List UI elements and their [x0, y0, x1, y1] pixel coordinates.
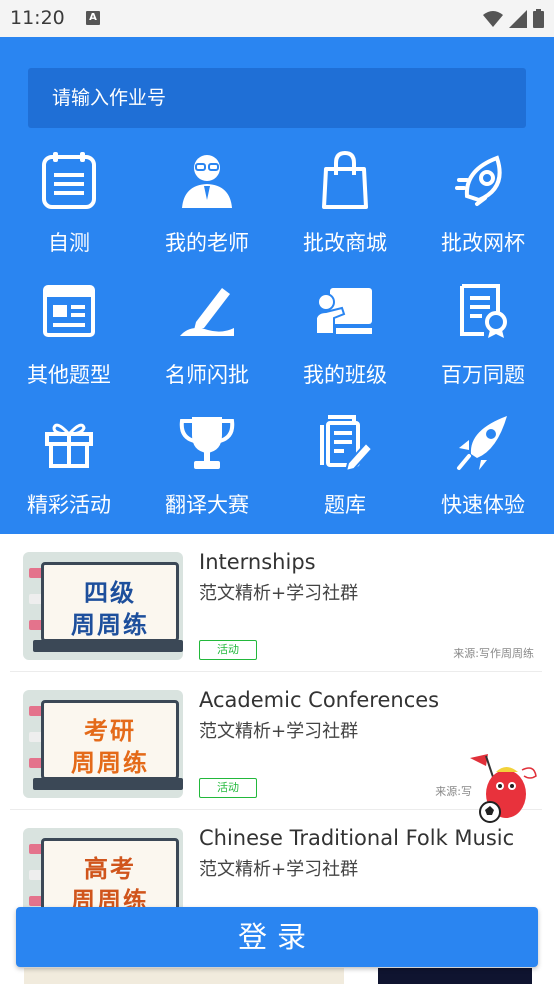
grid-item-grading-cup[interactable]: 批改网杯	[414, 147, 552, 277]
grid-item-label: 批改商城	[303, 231, 387, 255]
grid-item-label: 快速体验	[441, 493, 525, 517]
grid-item-flash-grading[interactable]: 名师闪批	[138, 277, 276, 407]
next-item-thumbnail	[24, 968, 344, 984]
header-panel: 请输入作业号 自测 我的老师 批改商城 批改网杯 其他题型 名师闪批 我的班级 …	[0, 37, 554, 534]
grid-item-label: 百万同题	[441, 363, 525, 387]
thumbnail-line1: 考研	[84, 717, 136, 745]
grid-item-million-same-topic[interactable]: 百万同题	[414, 277, 552, 407]
status-bar: 11:20 A	[0, 0, 554, 37]
thumbnail-line2: 周周练	[71, 749, 149, 777]
documents-icon	[315, 413, 375, 473]
wifi-icon	[483, 10, 503, 27]
classroom-icon	[315, 281, 375, 341]
login-button[interactable]: 登录	[16, 907, 538, 967]
pencil-icon	[177, 281, 237, 341]
trophy-icon	[177, 413, 237, 473]
thumbnail: 考研 周周练	[23, 690, 183, 798]
item-title: Chinese Traditional Folk Music	[199, 826, 515, 850]
mascot-icon[interactable]	[466, 752, 538, 828]
rocket-icon	[453, 413, 513, 473]
grid-item-label: 题库	[324, 493, 366, 517]
grid-item-quick-trial[interactable]: 快速体验	[414, 407, 552, 537]
thumbnail: 四级 周周练	[23, 552, 183, 660]
signal-icon	[509, 9, 527, 28]
item-source: 来源:写作周周练	[453, 647, 534, 660]
grid-item-translation-contest[interactable]: 翻译大赛	[138, 407, 276, 537]
shopping-bag-icon	[315, 150, 375, 210]
activity-badge: 活动	[199, 778, 257, 798]
item-title: Academic Conferences	[199, 688, 440, 712]
thumbnail-line1: 四级	[84, 579, 136, 607]
teacher-icon	[177, 150, 237, 210]
activity-badge: 活动	[199, 640, 257, 660]
gift-icon	[39, 413, 99, 473]
grid-item-my-class[interactable]: 我的班级	[276, 277, 414, 407]
grid-item-grading-mall[interactable]: 批改商城	[276, 147, 414, 277]
thumbnail-screen: 高考 周周练	[41, 838, 179, 918]
grid-item-label: 其他题型	[27, 363, 111, 387]
status-icons	[483, 9, 544, 28]
grid-item-self-test[interactable]: 自测	[0, 147, 138, 277]
grid-item-label: 名师闪批	[165, 363, 249, 387]
grid-item-label: 自测	[48, 231, 90, 255]
grid-item-label: 翻译大赛	[165, 493, 249, 517]
thumbnail-keyboard	[33, 778, 183, 790]
thumbnail-screen: 考研 周周练	[41, 700, 179, 780]
grid-item-my-teacher[interactable]: 我的老师	[138, 147, 276, 277]
certificate-icon	[453, 281, 513, 341]
next-item-thumbnail	[378, 968, 532, 984]
rocket-icon	[453, 150, 513, 210]
list-item[interactable]: 四级 周周练 Internships 范文精析+学习社群 活动 来源:写作周周练	[10, 534, 542, 672]
assignment-search-input[interactable]: 请输入作业号	[28, 68, 526, 128]
list-item[interactable]: 考研 周周练 Academic Conferences 范文精析+学习社群 活动…	[10, 672, 542, 810]
status-time: 11:20	[10, 7, 65, 29]
grid-item-activities[interactable]: 精彩活动	[0, 407, 138, 537]
grid-item-label: 精彩活动	[27, 493, 111, 517]
grid-item-label: 我的班级	[303, 363, 387, 387]
battery-icon	[533, 9, 544, 28]
item-title: Internships	[199, 550, 316, 574]
grid-item-other-types[interactable]: 其他题型	[0, 277, 138, 407]
grid-item-label: 我的老师	[165, 231, 249, 255]
thumbnail-line1: 高考	[84, 855, 136, 883]
thumbnail-keyboard	[33, 640, 183, 652]
checklist-icon	[39, 150, 99, 210]
thumbnail-screen: 四级 周周练	[41, 562, 179, 642]
item-subtitle: 范文精析+学习社群	[199, 583, 359, 604]
thumbnail-line2: 周周练	[71, 611, 149, 639]
grid-item-label: 批改网杯	[441, 231, 525, 255]
notification-a-icon: A	[86, 11, 100, 25]
grid-item-question-bank[interactable]: 题库	[276, 407, 414, 537]
item-subtitle: 范文精析+学习社群	[199, 859, 359, 880]
browser-window-icon	[39, 281, 99, 341]
item-subtitle: 范文精析+学习社群	[199, 721, 359, 742]
